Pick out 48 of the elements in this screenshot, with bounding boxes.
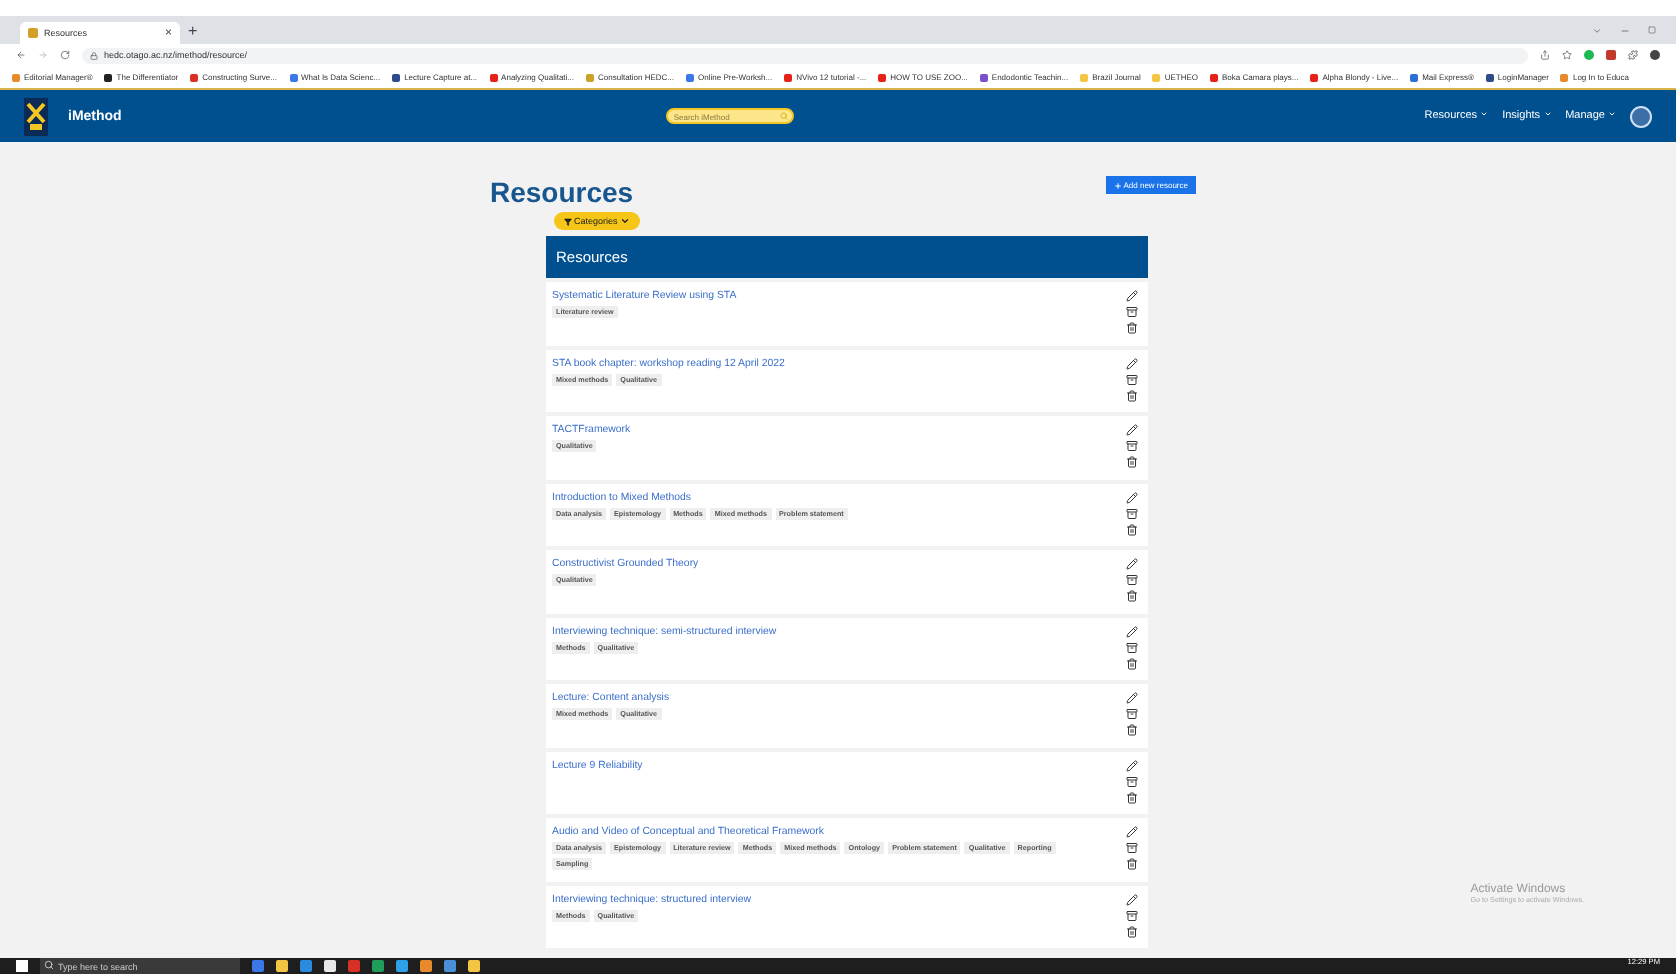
edit-icon[interactable] (1126, 759, 1138, 771)
archive-icon[interactable] (1126, 842, 1138, 854)
profile-icon[interactable] (1650, 50, 1660, 60)
archive-icon[interactable] (1126, 440, 1138, 452)
reload-icon[interactable] (60, 50, 70, 60)
share-icon[interactable] (1540, 50, 1550, 60)
trash-icon[interactable] (1126, 590, 1138, 602)
archive-icon[interactable] (1126, 909, 1138, 921)
site-favicon-icon (28, 28, 38, 38)
trash-icon[interactable] (1126, 389, 1138, 401)
caret-icon (619, 216, 630, 226)
trash-icon[interactable] (1126, 858, 1138, 870)
edit-icon[interactable] (1126, 826, 1138, 838)
plus-icon (1113, 181, 1122, 189)
edit-icon[interactable] (1126, 491, 1138, 503)
archive-icon[interactable] (1126, 708, 1138, 720)
archive-icon[interactable] (1126, 306, 1138, 318)
lock-icon (90, 51, 98, 59)
trash-icon[interactable] (1126, 456, 1138, 468)
archive-icon[interactable] (1126, 775, 1138, 787)
search-icon (779, 112, 788, 120)
puzzle-icon[interactable] (1628, 50, 1638, 60)
edit-icon[interactable] (1126, 893, 1138, 905)
edit-icon[interactable] (1126, 424, 1138, 436)
new-tab-button[interactable]: + (188, 21, 198, 39)
trash-icon[interactable] (1126, 925, 1138, 937)
archive-icon[interactable] (1126, 373, 1138, 385)
edit-icon[interactable] (1126, 692, 1138, 704)
page-title: Resources (490, 176, 634, 208)
trash-icon[interactable] (1126, 724, 1138, 736)
back-icon[interactable] (16, 50, 26, 60)
edit-icon[interactable] (1126, 558, 1138, 570)
star-icon[interactable] (1562, 50, 1572, 60)
trash-icon[interactable] (1126, 657, 1138, 669)
archive-icon[interactable] (1126, 507, 1138, 519)
edit-icon[interactable] (1126, 625, 1138, 637)
trash-icon[interactable] (1126, 523, 1138, 535)
avatar-icon[interactable] (1630, 105, 1652, 127)
trash-icon[interactable] (1126, 791, 1138, 803)
archive-icon[interactable] (1126, 574, 1138, 586)
trash-icon[interactable] (1126, 322, 1138, 334)
archive-icon[interactable] (1126, 641, 1138, 653)
start-icon[interactable] (16, 960, 28, 972)
filter-icon (564, 217, 572, 225)
crest-logo-icon (24, 97, 48, 135)
edit-icon[interactable] (1126, 357, 1138, 369)
search-icon (44, 960, 54, 970)
edit-icon[interactable] (1126, 290, 1138, 302)
